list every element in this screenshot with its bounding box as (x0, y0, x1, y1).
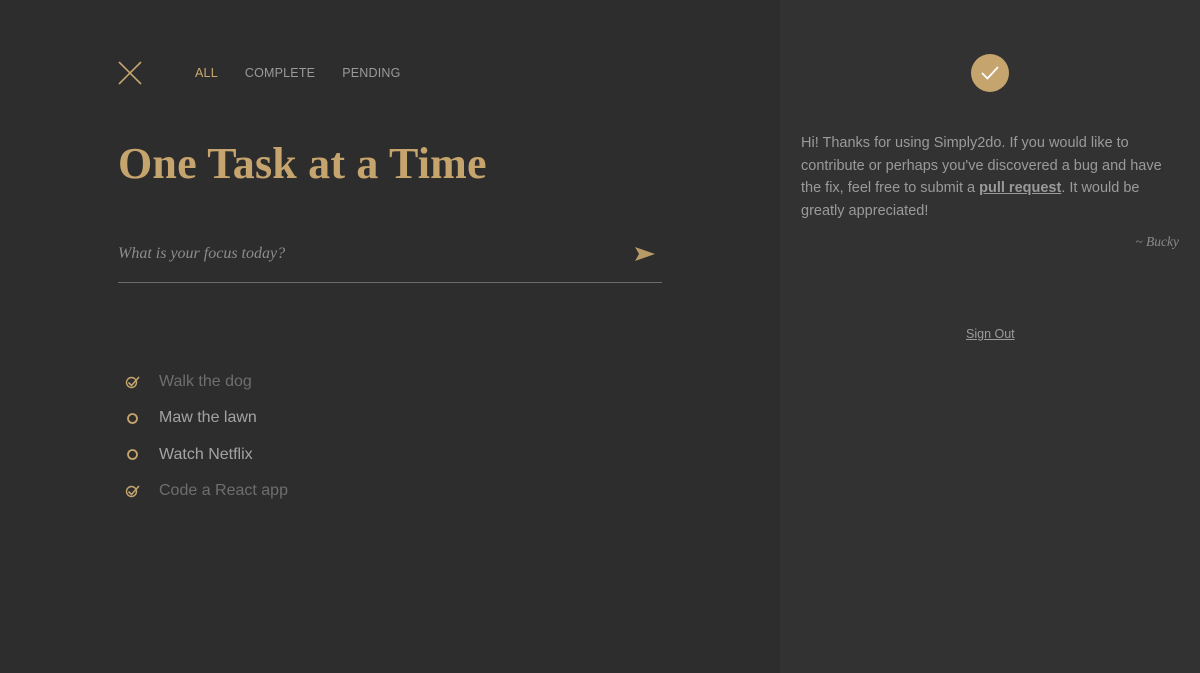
page-title: One Task at a Time (118, 139, 487, 188)
checkmark-icon[interactable] (124, 483, 141, 500)
checkmark-icon[interactable] (124, 374, 141, 391)
list-item: Walk the dog (124, 364, 288, 400)
tab-all[interactable]: ALL (195, 65, 218, 81)
list-item: Maw the lawn (124, 400, 288, 436)
list-item: Code a React app (124, 473, 288, 509)
close-icon[interactable] (116, 59, 144, 87)
filter-tabs: ALL COMPLETE PENDING (195, 65, 428, 81)
about-message: Hi! Thanks for using Simply2do. If you w… (801, 132, 1181, 222)
send-icon[interactable] (634, 246, 656, 262)
task-input-row (118, 236, 662, 283)
task-input[interactable] (118, 242, 618, 266)
check-badge-icon[interactable] (971, 54, 1009, 92)
pull-request-link[interactable]: pull request (979, 180, 1061, 196)
signature: ~ Bucky (1135, 234, 1179, 249)
task-list: Walk the dog Maw the lawn Watch Netflix (124, 364, 288, 509)
sign-out-link[interactable]: Sign Out (966, 327, 1015, 341)
list-item: Watch Netflix (124, 437, 288, 473)
tab-pending[interactable]: PENDING (342, 65, 400, 81)
main-panel: ALL COMPLETE PENDING One Task at a Time … (0, 0, 780, 673)
circle-icon[interactable] (124, 410, 141, 427)
tab-complete[interactable]: COMPLETE (245, 65, 315, 81)
task-label: Watch Netflix (159, 445, 253, 463)
task-label: Walk the dog (159, 373, 252, 391)
task-label: Maw the lawn (159, 409, 257, 427)
task-label: Code a React app (159, 482, 288, 500)
circle-icon[interactable] (124, 446, 141, 463)
